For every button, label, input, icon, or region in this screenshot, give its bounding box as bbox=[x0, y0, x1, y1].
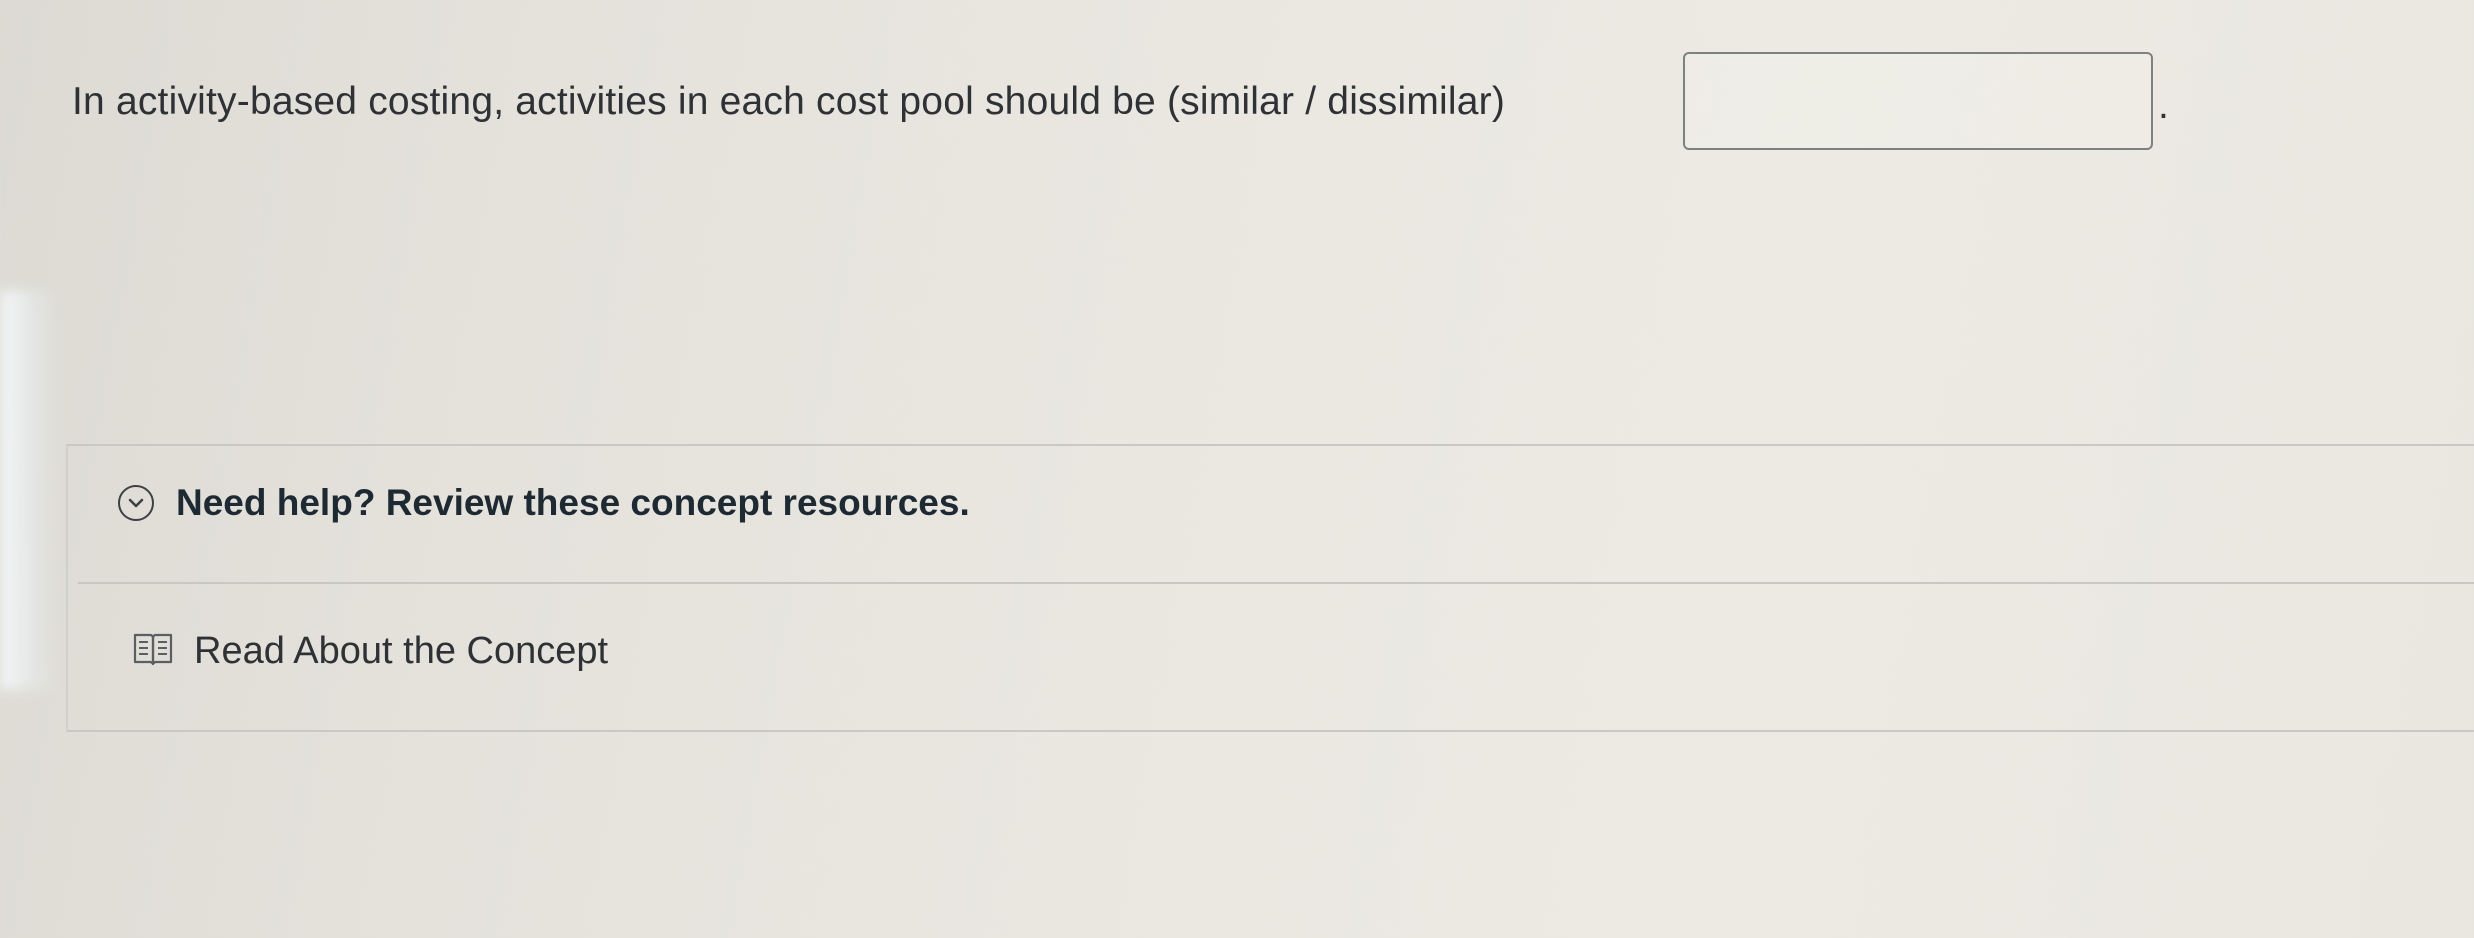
question-row: In activity-based costing, activities in… bbox=[72, 52, 1505, 152]
question-text: In activity-based costing, activities in… bbox=[72, 80, 1506, 123]
help-title[interactable]: Need help? Review these concept resource… bbox=[176, 482, 970, 524]
read-about-concept-link[interactable]: Read About the Concept bbox=[132, 630, 608, 673]
divider bbox=[78, 582, 2474, 584]
screen-glare bbox=[0, 290, 60, 690]
book-icon bbox=[132, 630, 194, 673]
help-toggle[interactable]: Need help? Review these concept resource… bbox=[118, 482, 970, 524]
concept-resources-panel: Need help? Review these concept resource… bbox=[66, 444, 2474, 732]
resource-label[interactable]: Read About the Concept bbox=[194, 630, 608, 673]
sentence-period: . bbox=[2158, 84, 2169, 127]
answer-input[interactable] bbox=[1683, 52, 2153, 150]
chevron-down-circle-icon[interactable] bbox=[118, 485, 154, 521]
